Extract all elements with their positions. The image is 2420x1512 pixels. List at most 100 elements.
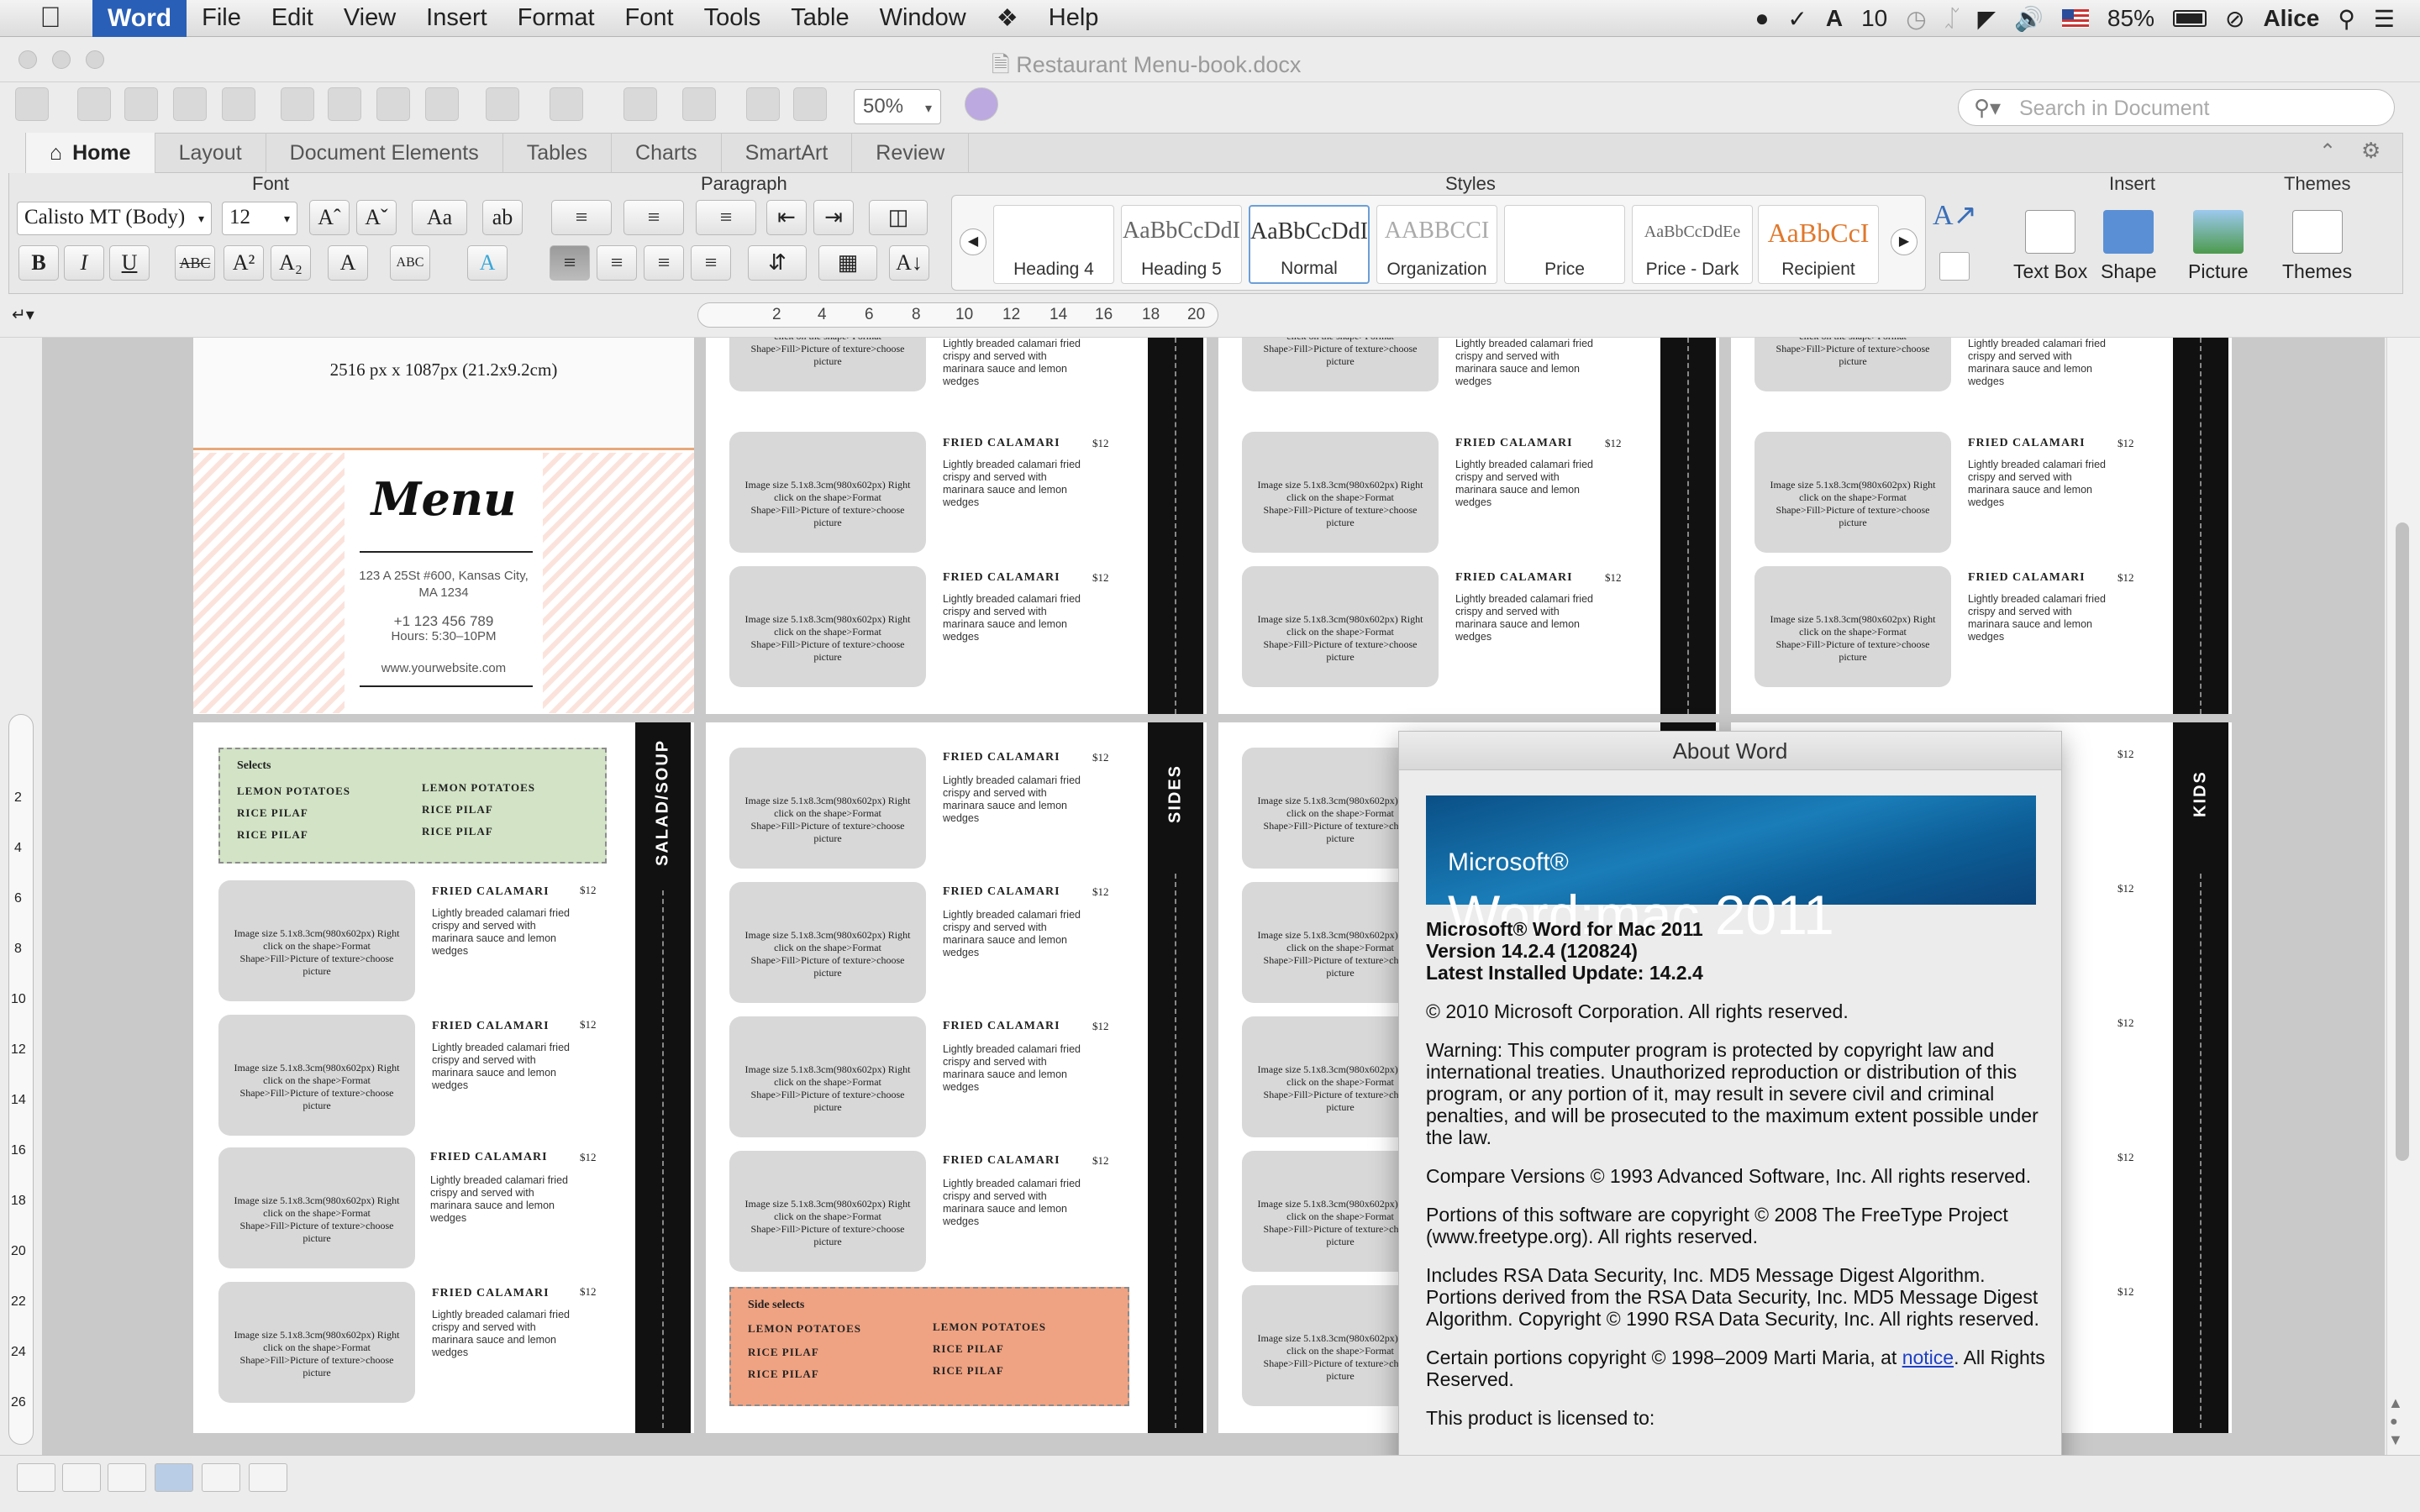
zoom-window-button[interactable] <box>86 50 104 69</box>
strikethrough-button[interactable]: ABC <box>175 245 215 281</box>
flag-icon[interactable] <box>2061 9 2089 28</box>
copy-icon[interactable] <box>328 87 361 121</box>
change-case-icon[interactable]: Aa <box>412 200 467 235</box>
numbering-icon[interactable]: ≡ <box>623 200 684 235</box>
cover-page[interactable]: 2516 px x 1087px (21.2x9.2cm) Menu 123 A… <box>193 338 694 714</box>
open-icon[interactable] <box>124 87 158 121</box>
adobe-icon[interactable]: A <box>1826 5 1843 32</box>
tab-review[interactable]: Review <box>852 133 970 173</box>
selects-box[interactable]: Selects LEMON POTATOES LEMON POTATOES RI… <box>218 748 607 864</box>
image-placeholder[interactable]: Image size 5.1x8.3cm(980x602px) Right cl… <box>1242 566 1439 687</box>
menu-page[interactable]: Image size 5.1x8.3cm(980x602px) Right cl… <box>1218 338 1719 714</box>
styles-pane-icon[interactable] <box>1939 252 1970 281</box>
shrink-font-icon[interactable]: Aˇ <box>356 200 397 235</box>
menu-page[interactable]: Image size 5.1x8.3cm(980x602px) Right cl… <box>1731 338 2232 714</box>
menu-page[interactable]: Image size 5.1x8.3cm(980x602px) Right cl… <box>706 338 1207 714</box>
battery-icon[interactable] <box>2172 10 2207 27</box>
redo-icon[interactable] <box>550 87 583 121</box>
tab-tables[interactable]: Tables <box>503 133 613 173</box>
page-nav-prev-icon[interactable]: ▲ <box>2388 1394 2403 1412</box>
superscript-button[interactable]: A² <box>224 245 264 281</box>
style-recipient[interactable]: AaBbCcI Recipient <box>1758 205 1879 284</box>
notification-icon[interactable]: ☰ <box>2374 5 2395 33</box>
decrease-indent-icon[interactable]: ⇤ <box>766 200 807 235</box>
columns-icon[interactable]: ◫ <box>869 200 928 235</box>
zoom-select[interactable]: 50% ▾ <box>854 89 941 124</box>
notice-link[interactable]: notice <box>1902 1347 1954 1368</box>
themes-button[interactable]: Themes <box>2282 210 2352 283</box>
image-placeholder[interactable]: Image size 5.1x8.3cm(980x602px) Right cl… <box>218 1015 415 1136</box>
image-placeholder[interactable]: Image size 5.1x8.3cm(980x602px) Right cl… <box>729 748 926 869</box>
page-nav-select-icon[interactable]: ● <box>2390 1415 2398 1430</box>
underline-button[interactable]: U <box>109 245 150 281</box>
user-name[interactable]: Alice <box>2263 5 2319 32</box>
image-placeholder[interactable]: Image size 5.1x8.3cm(980x602px) Right cl… <box>1242 338 1439 391</box>
collapse-ribbon-icon[interactable]: ⌃ <box>2319 139 2336 164</box>
check-icon[interactable]: ✓ <box>1787 5 1807 33</box>
sidebar-icon[interactable] <box>682 87 716 121</box>
tab-layout[interactable]: Layout <box>155 133 266 173</box>
align-center-button[interactable]: ≡ <box>597 245 637 281</box>
bold-button[interactable]: B <box>18 245 59 281</box>
menu-app-word[interactable]: Word <box>92 0 187 37</box>
style-price[interactable]: Price <box>1504 205 1625 284</box>
menu-file[interactable]: File <box>187 0 256 37</box>
image-placeholder[interactable]: Image size 5.1x8.3cm(980x602px) Right cl… <box>729 566 926 687</box>
save-icon[interactable] <box>173 87 207 121</box>
volume-icon[interactable]: 🔊 <box>2014 5 2044 33</box>
line-spacing-icon[interactable]: ⇵ <box>748 245 807 281</box>
sort-icon[interactable]: A↓ <box>889 245 929 281</box>
evernote-icon[interactable]: ● <box>1754 5 1769 32</box>
menu-font[interactable]: Font <box>610 0 689 37</box>
insert-shape-button[interactable]: Shape <box>2101 210 2157 283</box>
image-placeholder[interactable]: Image size 5.1x8.3cm(980x602px) Right cl… <box>1754 338 1951 391</box>
undo-icon[interactable] <box>486 87 519 121</box>
format-painter-icon[interactable] <box>425 87 459 121</box>
style-heading-5[interactable]: AaBbCcDdI Heading 5 <box>1121 205 1242 284</box>
font-color-button[interactable]: A <box>328 245 368 281</box>
notebook-view-icon[interactable] <box>202 1463 240 1492</box>
insert-textbox-button[interactable]: Text Box <box>2013 210 2087 283</box>
style-organization[interactable]: AABBCCI Organization <box>1376 205 1497 284</box>
horizontal-ruler[interactable]: 2 4 6 8 10 12 14 16 18 20 <box>697 302 1218 328</box>
menu-format[interactable]: Format <box>502 0 610 37</box>
image-placeholder[interactable]: Image size 5.1x8.3cm(980x602px) Right cl… <box>729 1016 926 1137</box>
menu-help[interactable]: Help <box>1034 0 1114 37</box>
menu-insert[interactable]: Insert <box>411 0 502 37</box>
font-name-field[interactable]: Calisto MT (Body) ▾ <box>17 202 212 235</box>
grow-font-icon[interactable]: Aˆ <box>309 200 350 235</box>
side-selects-box[interactable]: Side selects LEMON POTATOES LEMON POTATO… <box>729 1287 1129 1406</box>
image-placeholder[interactable]: Image size 5.1x8.3cm(980x602px) Right cl… <box>729 882 926 1003</box>
image-placeholder[interactable]: Image size 5.1x8.3cm(980x602px) Right cl… <box>729 1151 926 1272</box>
style-heading-4[interactable]: Heading 4 <box>993 205 1114 284</box>
manage-styles-icon[interactable]: A↗ <box>1933 198 1977 232</box>
align-left-button[interactable]: ≡ <box>550 245 590 281</box>
image-placeholder[interactable]: Image size 5.1x8.3cm(980x602px) Right cl… <box>729 432 926 553</box>
tab-home[interactable]: ⌂ Home <box>26 133 155 173</box>
image-placeholder[interactable]: Image size 5.1x8.3cm(980x602px) Right cl… <box>218 1282 415 1403</box>
justify-button[interactable]: ≡ <box>691 245 731 281</box>
image-placeholder[interactable]: Image size 5.1x8.3cm(980x602px) Right cl… <box>1754 432 1951 553</box>
search-input[interactable]: ⚲▾ Search in Document <box>1958 89 2395 126</box>
cut-icon[interactable] <box>281 87 314 121</box>
vertical-scrollbar[interactable] <box>2386 338 2420 1455</box>
about-word-dialog[interactable]: About Word Microsoft® Word:mac 2011 Micro… <box>1398 731 2062 1512</box>
gallery-icon[interactable] <box>746 87 780 121</box>
multilevel-list-icon[interactable]: ≡ <box>696 200 756 235</box>
insert-picture-button[interactable]: Picture <box>2188 210 2249 283</box>
font-size-field[interactable]: 12 ▾ <box>222 202 297 235</box>
italic-button[interactable]: I <box>64 245 104 281</box>
styles-prev-icon[interactable]: ◀ <box>960 228 986 255</box>
image-placeholder[interactable]: Image size 5.1x8.3cm(980x602px) Right cl… <box>1754 566 1951 687</box>
scroll-thumb[interactable] <box>2396 522 2409 1161</box>
menu-view[interactable]: View <box>329 0 411 37</box>
image-placeholder[interactable]: Image size 5.1x8.3cm(980x602px) Right cl… <box>218 1147 415 1268</box>
print-icon[interactable] <box>222 87 255 121</box>
menu-tools[interactable]: Tools <box>689 0 776 37</box>
time-machine-icon[interactable]: ◷ <box>1906 5 1926 33</box>
image-placeholder[interactable]: Image size 5.1x8.3cm(980x602px) Right cl… <box>1242 432 1439 553</box>
bluetooth-icon[interactable]: ᛢ <box>1945 5 1960 32</box>
page-nav-next-icon[interactable]: ▼ <box>2388 1431 2403 1449</box>
publishing-view-icon[interactable] <box>108 1463 146 1492</box>
toolbox-icon[interactable] <box>793 87 827 121</box>
